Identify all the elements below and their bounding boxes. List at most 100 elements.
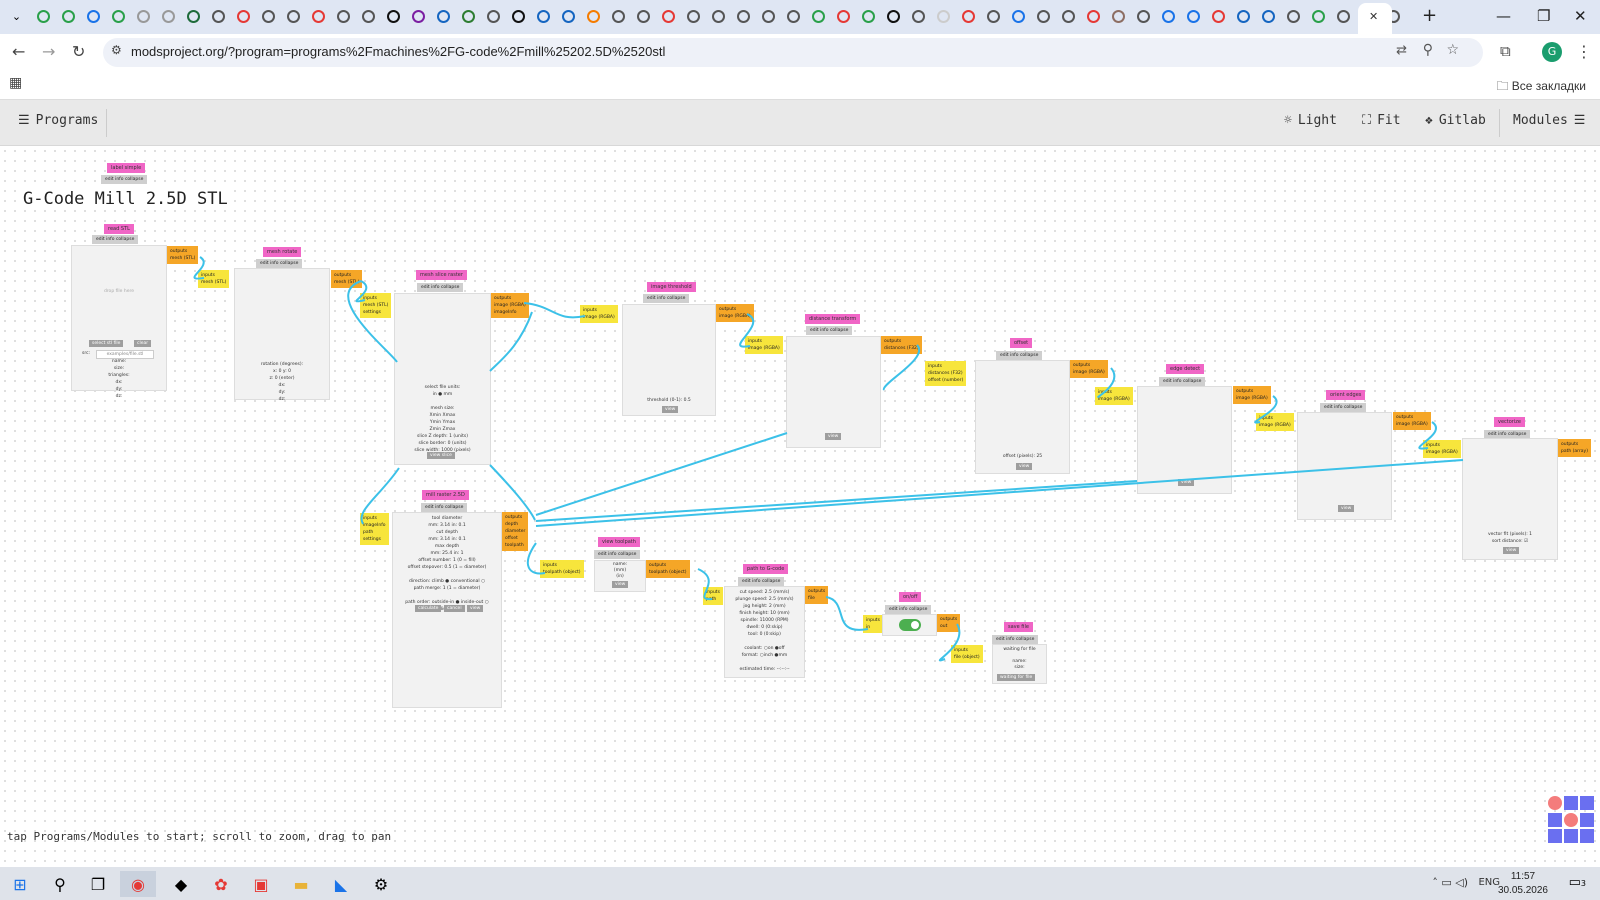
tab-favicon-icon[interactable] [683,5,704,27]
tab-favicon-icon[interactable] [333,5,354,27]
window-close-button[interactable]: ✕ [1574,7,1587,25]
view-button[interactable]: view [1338,505,1355,512]
tab-favicon-icon[interactable] [183,5,204,27]
view-button[interactable]: view [1503,547,1520,554]
all-bookmarks[interactable]: 🗀 Все закладки [1496,77,1586,98]
output-port[interactable]: outputs image (RGBA) [1233,386,1271,404]
module-title[interactable]: orient edges [1326,390,1366,400]
vectorize-params[interactable]: vector fit (pixels): 1 sort distance: ☑ [1463,531,1557,545]
module-title[interactable]: view toolpath [598,537,640,547]
chrome-icon[interactable]: ◉ [120,871,156,897]
tab-favicon-icon[interactable] [1233,5,1254,27]
tab-favicon-icon[interactable] [883,5,904,27]
tab-favicon-icon[interactable] [33,5,54,27]
rotate-params[interactable]: rotation (degrees): x: 0 y: 0 z: 0 (ente… [235,361,329,403]
clock[interactable]: 11:57 30.05.2026 [1498,870,1548,898]
tab-favicon-icon[interactable] [1333,5,1354,27]
file-explorer-icon[interactable]: ▬ [283,871,319,897]
output-port[interactable]: outputs depth diameter offset toolpath [502,512,529,551]
input-port[interactable]: inputs file (object) [951,645,983,663]
view-button[interactable]: view [1178,479,1195,486]
module-title[interactable]: distance transform [805,314,861,324]
tab-favicon-icon[interactable] [83,5,104,27]
module-edit-bar[interactable]: edit info collapse [1159,377,1206,386]
tab-favicon-icon[interactable] [633,5,654,27]
tab-favicon-icon[interactable] [483,5,504,27]
tab-favicon-icon[interactable] [783,5,804,27]
omnibox[interactable]: ⚙ modsproject.org/?program=programs%2Fma… [103,38,1483,67]
menu-dots-icon[interactable]: ⋮ [1576,42,1592,61]
forward-icon[interactable]: → [42,42,55,61]
tab-favicon-icon[interactable] [1058,5,1079,27]
tab-favicon-icon[interactable] [933,5,954,27]
gitlab-button[interactable]: ❖ Gitlab [1425,113,1486,128]
app-icon[interactable]: ✿ [203,871,239,897]
language-indicator[interactable]: ENG [1478,877,1500,888]
module-title[interactable]: mesh slice raster [416,270,467,280]
tab-favicon-icon[interactable] [1158,5,1179,27]
input-port[interactable]: inputs mesh (STL) [198,270,230,288]
mill-params[interactable]: tool diameter mm: 3.14 in: 0.1 cut depth… [393,515,501,613]
tray-icons[interactable]: ˄ ▭ ◁) [1432,876,1468,889]
module-edit-bar[interactable]: edit info collapse [92,235,139,244]
tab-favicon-icon[interactable] [1258,5,1279,27]
output-port[interactable]: outputs mesh (STL) [167,246,199,264]
tab-favicon-icon[interactable] [508,5,529,27]
tab-favicon-icon[interactable] [58,5,79,27]
module-title[interactable]: on/off [899,592,922,602]
output-port[interactable]: outputs image (RGBA) [716,304,754,322]
tab-favicon-icon[interactable] [1108,5,1129,27]
app-icon[interactable]: ⚙ [363,871,399,897]
module-title[interactable]: offset [1010,338,1033,348]
tab-favicon-icon[interactable] [433,5,454,27]
select-stl-button[interactable]: select stl file [89,340,124,347]
profile-avatar[interactable]: G [1542,42,1562,62]
input-port[interactable]: inputs image (RGBA) [1256,413,1294,431]
output-port[interactable]: outputs distances (F32) [881,336,922,354]
threshold-param[interactable]: threshold (0-1): 0.5 [623,397,715,404]
output-port[interactable]: outputs image (RGBA) [1393,412,1431,430]
tab-favicon-icon[interactable] [908,5,929,27]
output-port[interactable]: outputs image (RGBA) imageInfo [491,293,529,318]
translate-icon[interactable]: ⇄ [1396,43,1407,58]
tab-favicon-icon[interactable] [858,5,879,27]
input-port[interactable]: inputs in [863,615,883,633]
module-edit-bar[interactable]: edit info collapse [885,605,932,614]
input-port[interactable]: inputs image (RGBA) [580,305,618,323]
module-edit-bar[interactable]: edit info collapse [996,351,1043,360]
module-title[interactable]: save file [1004,622,1033,632]
start-icon[interactable]: ⊞ [2,871,38,897]
app-icon[interactable]: ◆ [163,871,199,897]
tab-favicon-icon[interactable] [308,5,329,27]
tab-favicon-icon[interactable] [283,5,304,27]
tab-favicon-icon[interactable] [408,5,429,27]
tab-favicon-icon[interactable] [233,5,254,27]
notifications-icon[interactable]: ▭3 [1569,875,1586,890]
active-tab[interactable]: ✕ [1358,3,1392,34]
tab-favicon-icon[interactable] [383,5,404,27]
output-port[interactable]: outputs mesh (STL) [331,270,363,288]
tab-favicon-icon[interactable] [258,5,279,27]
view-button[interactable]: view [1016,463,1033,470]
tab-favicon-icon[interactable] [1183,5,1204,27]
extensions-icon[interactable]: ⧉ [1500,42,1511,60]
tab-favicon-icon[interactable] [1208,5,1229,27]
mods-canvas[interactable]: label simple edit info collapse G-Code M… [0,146,1600,867]
tab-favicon-icon[interactable] [583,5,604,27]
tab-close-icon[interactable]: ✕ [1369,10,1378,23]
module-title[interactable]: edge detect [1166,364,1205,374]
programs-button[interactable]: ☰ Programs [18,113,98,128]
tab-favicon-icon[interactable] [733,5,754,27]
module-edit-bar[interactable]: edit info collapse [806,326,853,335]
tab-favicon-icon[interactable] [1133,5,1154,27]
tab-favicon-icon[interactable] [558,5,579,27]
module-edit-bar[interactable]: edit info collapse [101,175,148,184]
input-port[interactable]: inputs image (RGBA) [1095,387,1133,405]
minimize-button[interactable]: — [1496,7,1511,25]
module-edit-bar[interactable]: edit info collapse [417,283,464,292]
input-port[interactable]: inputs path [703,587,723,605]
on-off-toggle[interactable] [899,619,921,631]
fit-button[interactable]: ⛶ Fit [1362,113,1401,128]
module-edit-bar[interactable]: edit info collapse [594,550,641,559]
calculate-button[interactable]: calculate [415,605,442,612]
